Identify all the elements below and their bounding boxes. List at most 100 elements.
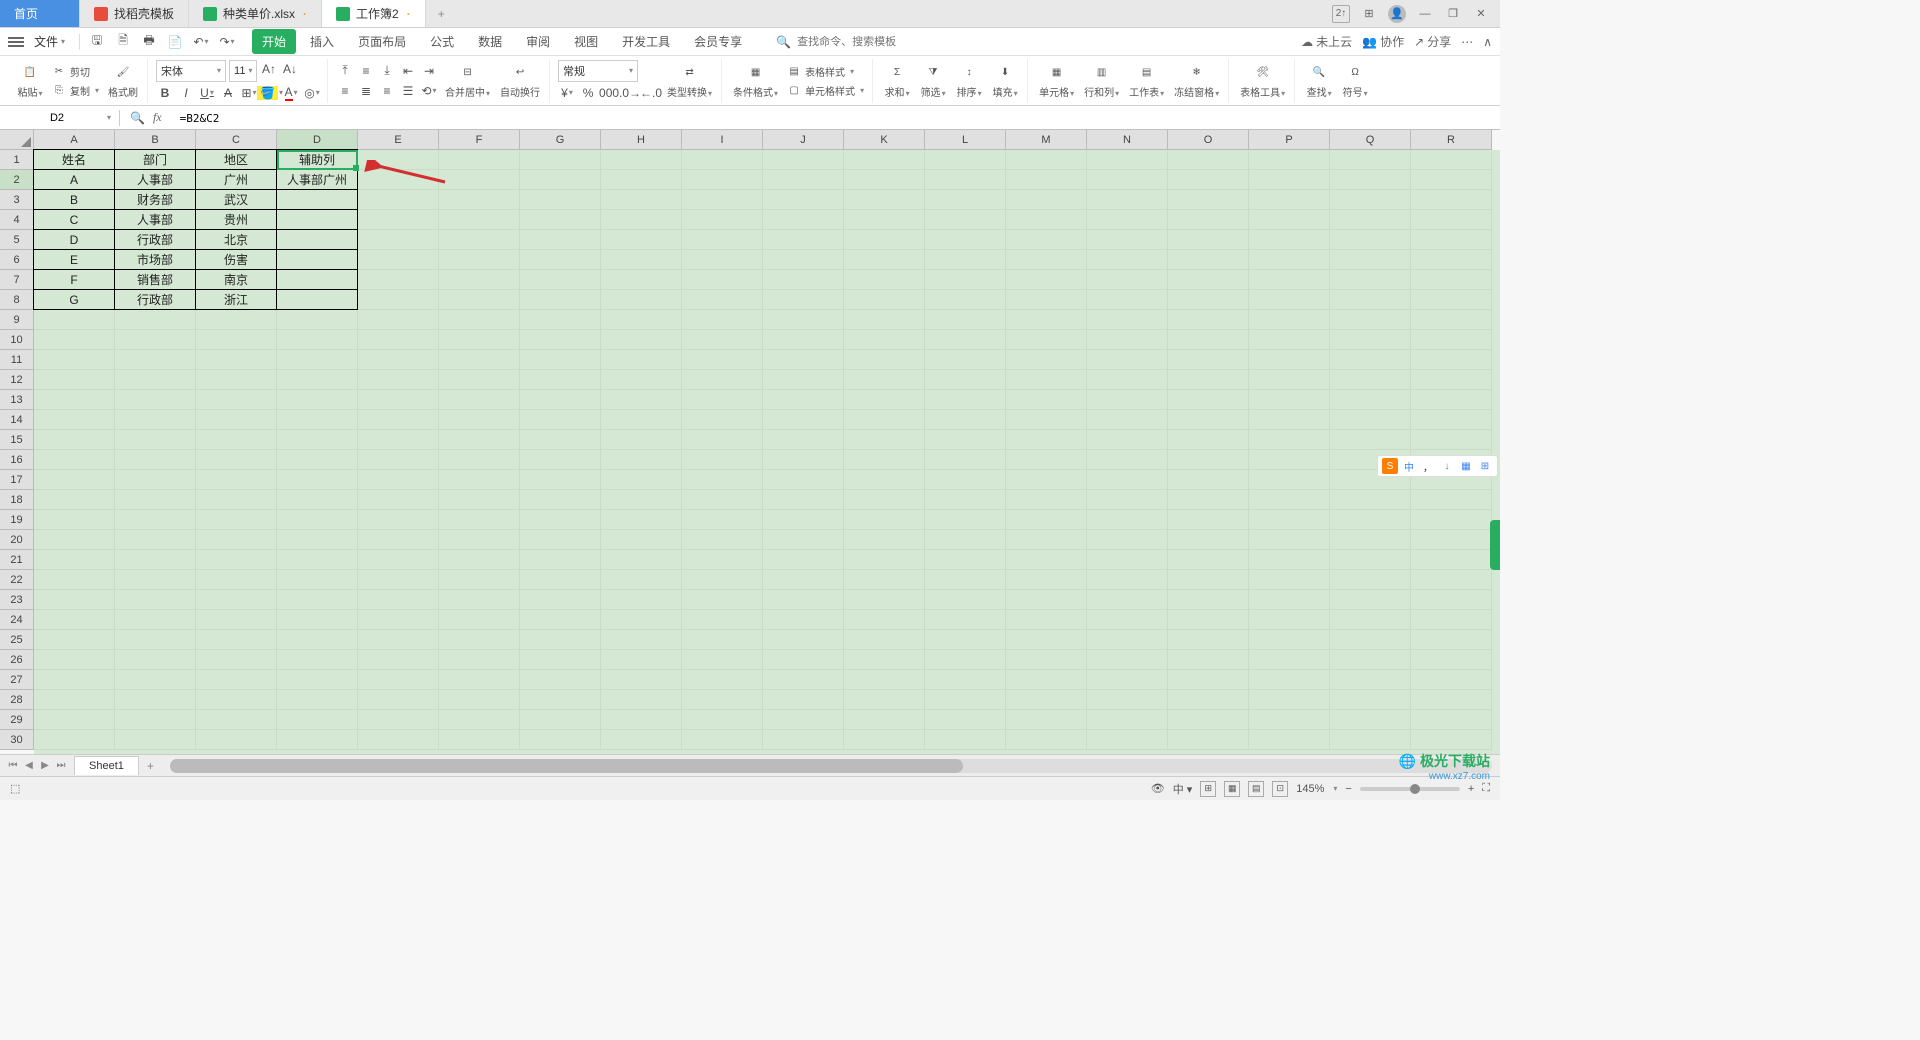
cell[interactable] xyxy=(682,250,763,270)
tab-home[interactable]: 首页 xyxy=(0,0,80,27)
cell[interactable] xyxy=(439,250,520,270)
cell[interactable] xyxy=(1411,390,1492,410)
cell[interactable] xyxy=(439,310,520,330)
cell[interactable] xyxy=(763,230,844,250)
ime-punct-icon[interactable]: ， xyxy=(1420,458,1436,474)
cell[interactable] xyxy=(1249,330,1330,350)
cell[interactable] xyxy=(1249,210,1330,230)
row-header[interactable]: 24 xyxy=(0,610,34,630)
cell[interactable]: A xyxy=(33,169,115,190)
cell[interactable] xyxy=(601,190,682,210)
cell[interactable] xyxy=(520,630,601,650)
cell[interactable] xyxy=(439,290,520,310)
cell[interactable] xyxy=(1087,390,1168,410)
cell[interactable] xyxy=(1330,290,1411,310)
cell[interactable] xyxy=(358,330,439,350)
cell[interactable] xyxy=(277,670,358,690)
cell[interactable] xyxy=(682,690,763,710)
cell[interactable] xyxy=(277,530,358,550)
cell[interactable] xyxy=(358,210,439,230)
cell[interactable] xyxy=(1249,410,1330,430)
cell[interactable] xyxy=(1249,470,1330,490)
cell[interactable] xyxy=(763,450,844,470)
cell[interactable]: 人事部广州 xyxy=(276,169,358,190)
cell[interactable] xyxy=(520,250,601,270)
window-minimize[interactable]: — xyxy=(1416,5,1434,23)
cell[interactable] xyxy=(196,610,277,630)
cell[interactable] xyxy=(925,390,1006,410)
cell[interactable] xyxy=(439,450,520,470)
cell[interactable] xyxy=(844,430,925,450)
cell[interactable] xyxy=(1330,210,1411,230)
cell[interactable] xyxy=(358,550,439,570)
cell[interactable] xyxy=(601,650,682,670)
cell[interactable] xyxy=(925,550,1006,570)
cell[interactable] xyxy=(358,250,439,270)
ribbon-tab-layout[interactable]: 页面布局 xyxy=(348,29,416,54)
cell[interactable] xyxy=(115,730,196,750)
cell[interactable] xyxy=(1330,610,1411,630)
cell[interactable] xyxy=(1249,170,1330,190)
window-close[interactable]: ✕ xyxy=(1472,5,1490,23)
cell[interactable] xyxy=(1087,670,1168,690)
cell[interactable] xyxy=(1330,550,1411,570)
cell[interactable] xyxy=(34,510,115,530)
window-restore[interactable]: ❐ xyxy=(1444,5,1462,23)
row-header[interactable]: 16 xyxy=(0,450,34,470)
cell[interactable] xyxy=(115,610,196,630)
cell[interactable] xyxy=(763,490,844,510)
doc-tab-0[interactable]: 找稻壳模板 xyxy=(80,0,189,27)
cell[interactable] xyxy=(682,650,763,670)
cell[interactable] xyxy=(277,330,358,350)
cell[interactable] xyxy=(1168,630,1249,650)
command-search[interactable]: 🔍 xyxy=(776,35,917,49)
cell[interactable] xyxy=(1087,310,1168,330)
cell[interactable] xyxy=(763,170,844,190)
cell[interactable] xyxy=(1006,430,1087,450)
cell[interactable] xyxy=(1006,650,1087,670)
fill-color-button[interactable]: 🪣▾ xyxy=(261,84,279,102)
cell[interactable] xyxy=(1411,490,1492,510)
cell[interactable] xyxy=(520,730,601,750)
cell[interactable] xyxy=(682,570,763,590)
cell[interactable] xyxy=(763,210,844,230)
cell[interactable] xyxy=(1249,490,1330,510)
cell[interactable] xyxy=(1249,290,1330,310)
cell[interactable] xyxy=(34,710,115,730)
cell[interactable] xyxy=(763,470,844,490)
cell[interactable] xyxy=(115,690,196,710)
cell[interactable] xyxy=(1168,370,1249,390)
cell[interactable] xyxy=(358,430,439,450)
row-header[interactable]: 10 xyxy=(0,330,34,350)
cell[interactable] xyxy=(1411,150,1492,170)
cell[interactable] xyxy=(1249,230,1330,250)
cell[interactable] xyxy=(1411,730,1492,750)
cell[interactable] xyxy=(358,670,439,690)
row-header[interactable]: 6 xyxy=(0,250,34,270)
orientation-icon[interactable]: ⟲▾ xyxy=(420,82,438,100)
cell[interactable] xyxy=(1006,150,1087,170)
cell-button[interactable]: ▦单元格▾ xyxy=(1036,63,1077,99)
cell[interactable] xyxy=(925,150,1006,170)
cell[interactable] xyxy=(682,730,763,750)
cell[interactable] xyxy=(196,730,277,750)
cell[interactable] xyxy=(196,410,277,430)
cell[interactable] xyxy=(1087,410,1168,430)
cell[interactable]: G xyxy=(33,289,115,310)
cell[interactable] xyxy=(277,390,358,410)
fx-icon[interactable]: fx xyxy=(153,110,162,125)
cell[interactable] xyxy=(439,670,520,690)
cell[interactable] xyxy=(1087,490,1168,510)
cell[interactable] xyxy=(1330,270,1411,290)
user-avatar[interactable]: 👤 xyxy=(1388,5,1406,23)
row-header[interactable]: 28 xyxy=(0,690,34,710)
more-icon[interactable]: ⋯ xyxy=(1461,35,1473,49)
cell[interactable] xyxy=(115,350,196,370)
cell[interactable] xyxy=(34,530,115,550)
cell[interactable] xyxy=(925,270,1006,290)
cell[interactable] xyxy=(34,310,115,330)
column-header[interactable]: B xyxy=(115,130,196,150)
cell[interactable] xyxy=(196,470,277,490)
cell[interactable]: D xyxy=(33,229,115,250)
cell[interactable] xyxy=(276,229,358,250)
